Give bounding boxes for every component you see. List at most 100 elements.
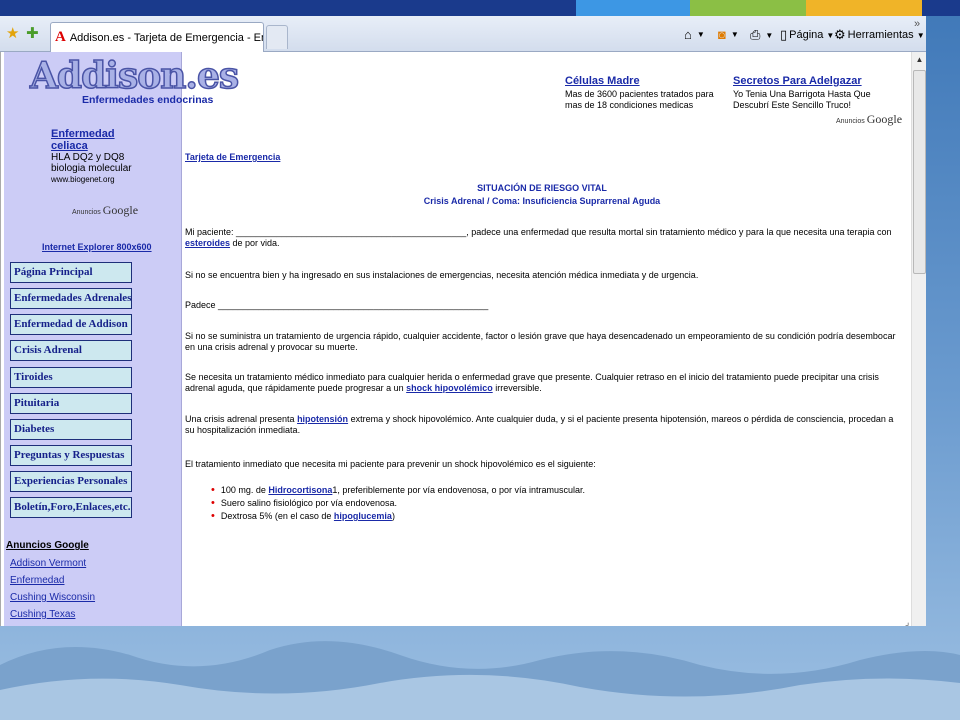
list-item-text: 100 mg. de xyxy=(220,485,269,495)
anuncios-google-sidebar[interactable]: Anuncios Google xyxy=(72,203,138,218)
bullet-icon: • xyxy=(211,484,215,496)
nav-experiencias-personales[interactable]: Experiencias Personales xyxy=(10,471,132,492)
new-tab-button[interactable] xyxy=(266,25,288,49)
chevron-down-icon: ▼ xyxy=(730,30,739,39)
page-icon: ▯ xyxy=(780,27,788,42)
list-item-text: Dextrosa 5% (en el caso de xyxy=(220,511,334,521)
nav-enfermedades-adrenales[interactable]: Enfermedades Adrenales xyxy=(10,288,132,309)
add-favorites-icon[interactable]: ✚ xyxy=(26,26,39,42)
sidebar-ad: Enfermedad celiaca HLA DQ2 y DQ8 biologi… xyxy=(51,128,132,185)
esteroides-link[interactable]: esteroides xyxy=(185,238,230,248)
google-ad-link[interactable]: Enfermedad xyxy=(10,575,64,586)
print-icon: ⎙ xyxy=(750,27,761,42)
left-sidebar: Addison.es Enfermedades endocrinas Enfer… xyxy=(4,52,240,626)
google-ad-link[interactable]: Cushing Wisconsin xyxy=(10,592,95,603)
tab-favicon-icon: A xyxy=(55,29,66,45)
nav-crisis-adrenal[interactable]: Crisis Adrenal xyxy=(10,340,132,361)
stripe-blocks xyxy=(576,0,960,16)
nav-diabetes[interactable]: Diabetes xyxy=(10,419,132,440)
list-item-text: 1, preferiblemente por vía endovenosa, o… xyxy=(332,485,586,495)
hipotension-link[interactable]: hipotensión xyxy=(297,414,348,424)
top-ad-line: mas de 18 condiciones medicas xyxy=(565,100,694,110)
breadcrumb[interactable]: Tarjeta de Emergencia xyxy=(185,152,280,162)
chevron-down-icon: ▼ xyxy=(765,30,774,40)
page-viewport: Addison.es Enfermedades endocrinas Enfer… xyxy=(0,52,926,626)
list-item: • Dextrosa 5% (en el caso de hipoglucemia… xyxy=(211,511,395,522)
google-ads-title[interactable]: Anuncios Google xyxy=(6,540,89,551)
hidrocortisona-link[interactable]: Hidrocortisona xyxy=(268,485,332,495)
page-menu-button[interactable]: ▯ Página ▼ xyxy=(780,27,834,43)
sidebar-ad-line-2: biologia molecular xyxy=(51,163,132,174)
google-logo: Google xyxy=(866,112,903,126)
bullet-icon: • xyxy=(211,497,215,509)
toolbar-overflow-chevron[interactable]: » xyxy=(914,18,920,30)
top-ad-secretos: Secretos Para Adelgazar Yo Tenia Una Bar… xyxy=(733,76,871,111)
google-logo: Google xyxy=(102,203,139,217)
google-ad-link[interactable]: Addison Vermont xyxy=(10,558,86,569)
list-item-text: ) xyxy=(391,511,395,521)
rss-icon: ◙ xyxy=(718,27,726,42)
paragraph-mi-paciente: Mi paciente: ___________________________… xyxy=(185,227,901,249)
ie-800x600-link[interactable]: Internet Explorer 800x600 xyxy=(42,242,152,252)
mountain-background xyxy=(0,641,960,720)
tab-title: Addison.es - Tarjeta de Emergencia - Enf… xyxy=(69,31,263,44)
nav-pagina-principal[interactable]: Página Principal xyxy=(10,262,132,283)
paragraph-padece: Padece _________________________________… xyxy=(185,300,489,310)
paragraph-crisis: Una crisis adrenal presenta hipotensión … xyxy=(185,414,901,436)
anuncios-google-top[interactable]: Anuncios Google xyxy=(836,112,902,127)
hipoglucemia-link[interactable]: hipoglucemia xyxy=(334,511,392,521)
scrollbar-thumb[interactable] xyxy=(913,70,926,274)
top-ad-line: Yo Tenia Una Barrigota Hasta Que xyxy=(733,89,871,99)
nav-boletin-foro-enlaces[interactable]: Boletín,Foro,Enlaces,etc. xyxy=(10,497,132,518)
paragraph-atencion: Si no se encuentra bien y ha ingresado e… xyxy=(185,270,699,280)
page-menu-label: Página xyxy=(789,29,824,41)
paragraph-text: Mi paciente: ___________________________… xyxy=(185,227,892,237)
page-heading: SITUACIÓN DE RIESGO VITAL xyxy=(477,183,607,193)
page-subheading: Crisis Adrenal / Coma: Insuficiencia Sup… xyxy=(423,196,661,206)
paragraph-text: de por vida. xyxy=(230,238,280,248)
sidebar-ad-title-1[interactable]: Enfermedad xyxy=(51,128,132,140)
top-ad-celulas-madre: Células Madre Mas de 3600 pacientes trat… xyxy=(565,76,714,111)
nav-pituitaria[interactable]: Pituitaria xyxy=(10,393,132,414)
nav-preguntas-y-respuestas[interactable]: Preguntas y Respuestas xyxy=(10,445,132,466)
shock-hipovolemico-link[interactable]: shock hipovolémico xyxy=(406,383,493,393)
tools-menu-label: Herramientas xyxy=(847,29,914,41)
chevron-down-icon: ▼ xyxy=(696,30,705,39)
favorites-star-icon[interactable]: ★ xyxy=(6,26,19,42)
tab-addison[interactable]: A Addison.es - Tarjeta de Emergencia - E… xyxy=(50,22,264,52)
paragraph-text: Una crisis adrenal presenta xyxy=(185,414,298,424)
list-item: • Suero salino fisiológico por vía endove… xyxy=(211,498,397,509)
nav-enfermedad-de-addison[interactable]: Enfermedad de Addison xyxy=(10,314,132,335)
sidebar-ad-line-1: HLA DQ2 y DQ8 xyxy=(51,152,125,163)
top-ad-line: Descubrí Este Sencillo Truco! xyxy=(733,100,852,110)
sidebar-ad-title-2[interactable]: celiaca xyxy=(51,140,132,152)
browser-window: ★ ✚ A Addison.es - Tarjeta de Emergencia… xyxy=(0,16,926,626)
top-ad-title[interactable]: Secretos Para Adelgazar xyxy=(733,76,871,87)
chevron-down-icon: ▼ xyxy=(916,30,925,40)
list-item-text: Suero salino fisiológico por vía endoven… xyxy=(220,498,397,508)
top-ad-line: Mas de 3600 pacientes tratados para xyxy=(565,89,714,99)
home-button[interactable]: ⌂ ▼ xyxy=(684,27,705,42)
paragraph-urgencia: Si no se suministra un tratamiento de ur… xyxy=(185,331,896,352)
anuncios-label: Anuncios xyxy=(72,209,101,216)
stripe-navy xyxy=(922,0,960,16)
main-content: Células Madre Mas de 3600 pacientes trat… xyxy=(183,52,911,627)
tools-menu-button[interactable]: ⚙ Herramientas ▼ xyxy=(834,27,925,43)
home-icon: ⌂ xyxy=(684,27,692,42)
list-item: • 100 mg. de Hidrocortisona1, preferiblem… xyxy=(211,485,585,496)
resize-corner-icon: ⌟ xyxy=(905,617,910,626)
google-ad-link[interactable]: Cushing Texas xyxy=(10,609,75,620)
nav-tiroides[interactable]: Tiroides xyxy=(10,367,132,388)
stripe-yellow xyxy=(806,0,922,16)
sidebar-ad-url[interactable]: www.biogenet.org xyxy=(51,174,132,185)
gear-icon: ⚙ xyxy=(834,27,846,42)
paragraph-tratamiento: Se necesita un tratamiento médico inmedi… xyxy=(185,372,901,394)
paragraph-siguiente: El tratamiento inmediato que necesita mi… xyxy=(185,459,596,469)
print-button[interactable]: ⎙ ▼ xyxy=(750,27,773,43)
scroll-up-icon[interactable]: ▲ xyxy=(912,52,926,67)
stripe-light-blue xyxy=(576,0,690,16)
vertical-scrollbar[interactable]: ▲ xyxy=(911,52,926,626)
tab-bar: ★ ✚ A Addison.es - Tarjeta de Emergencia… xyxy=(0,16,926,52)
top-ad-title[interactable]: Células Madre xyxy=(565,76,714,87)
feeds-button[interactable]: ◙ ▼ xyxy=(718,27,739,42)
